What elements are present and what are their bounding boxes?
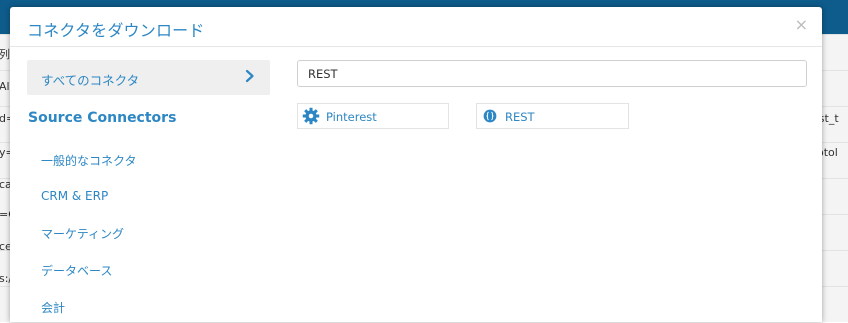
sidebar-item-general[interactable]: 一般的なコネクタ <box>41 152 137 169</box>
dialog-header: コネクタをダウンロード × <box>10 7 822 47</box>
rest-icon <box>483 109 497 123</box>
sidebar-item-crm-erp[interactable]: CRM & ERP <box>41 189 108 203</box>
connector-card-pinterest[interactable]: Pinterest <box>297 103 449 129</box>
dialog-title: コネクタをダウンロード <box>27 21 205 40</box>
sidebar-item-label: すべてのコネクタ <box>41 73 140 88</box>
connector-label: REST <box>505 110 535 124</box>
sidebar-item-accounting[interactable]: 会計 <box>41 299 65 316</box>
chevron-right-icon <box>245 69 254 83</box>
sidebar-item-all-connectors[interactable]: すべてのコネクタ <box>27 60 270 95</box>
connector-card-rest[interactable]: REST <box>476 103 629 129</box>
search-input[interactable] <box>297 60 807 87</box>
section-title: Source Connectors <box>28 110 177 126</box>
bg-text: 列 <box>0 48 10 61</box>
download-connector-dialog: コネクタをダウンロード × すべてのコネクタ Source Connectors… <box>10 7 822 322</box>
sidebar-item-database[interactable]: データベース <box>41 262 112 279</box>
close-button[interactable]: × <box>795 15 808 34</box>
connector-label: Pinterest <box>326 110 377 124</box>
gear-icon <box>302 107 320 125</box>
sidebar-item-marketing[interactable]: マーケティング <box>41 225 124 242</box>
